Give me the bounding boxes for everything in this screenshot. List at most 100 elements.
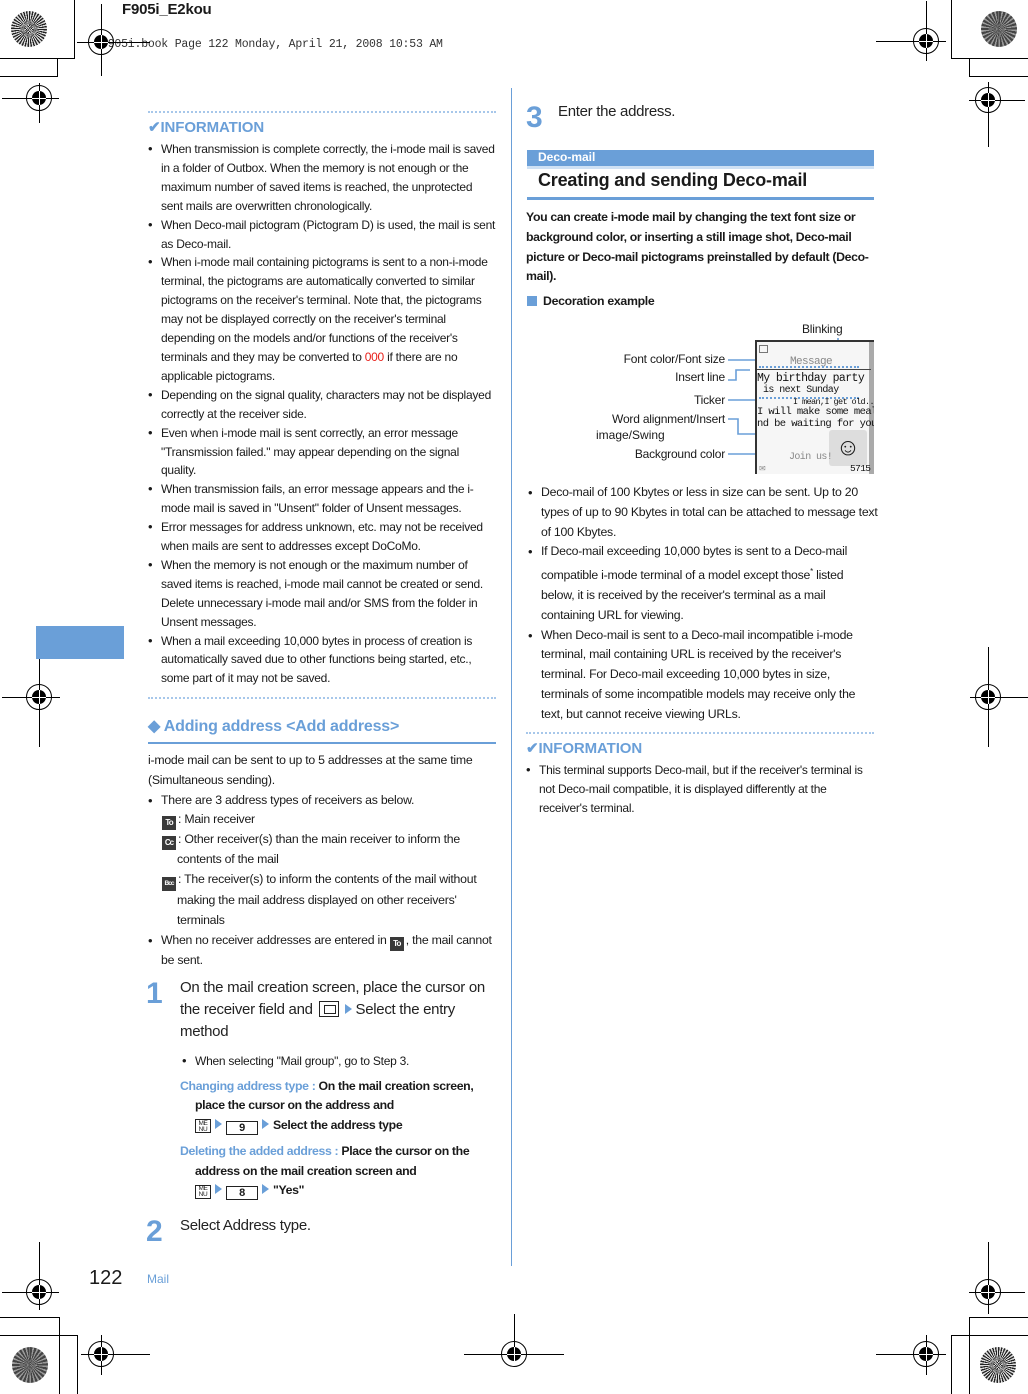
- info-title: ✔INFORMATION: [148, 118, 496, 136]
- step-sub-bullets: When selecting "Mail group", go to Step …: [182, 1052, 498, 1071]
- crop-line: [77, 1335, 78, 1394]
- info-bullet-list: This terminal supports Deco-mail, but if…: [526, 761, 874, 818]
- info-bullet: When transmission is complete correctly,…: [148, 140, 496, 216]
- screen-line-4: nd be waiting for you.: [757, 418, 874, 430]
- step-3: 3 Enter the address.: [526, 101, 878, 133]
- add-address-section: ◆ Adding address <Add address> i-mode ma…: [148, 716, 496, 971]
- address-type-to: To: Main receiver: [162, 810, 496, 831]
- key-8-icon: 8: [226, 1186, 258, 1201]
- step-text: Select Address type.: [180, 1217, 311, 1234]
- bullet-text: When i-mode mail containing pictograms i…: [161, 255, 488, 364]
- info-box-left: ✔INFORMATION When transmission is comple…: [148, 111, 496, 700]
- key-9-icon: 9: [226, 1120, 258, 1135]
- operation-delete-address: Deleting the added address : Place the c…: [180, 1142, 498, 1201]
- color-target-icon: [12, 1347, 48, 1383]
- section-band-underline: [527, 166, 874, 169]
- screen-line-2: is next Sunday: [763, 385, 839, 396]
- crop-line: [951, 1335, 952, 1394]
- job-name: F905i_E2kou: [122, 1, 212, 18]
- step-number: 1: [146, 977, 163, 1010]
- crop-line: [74, 0, 75, 59]
- operation-label: Deleting the added address :: [180, 1144, 339, 1159]
- section-title: Creating and sending Deco-mail: [538, 170, 808, 190]
- crop-line: [0, 1335, 78, 1336]
- mail-status-icon: [759, 345, 768, 353]
- info-bullet: Error messages for address unknown, etc.…: [148, 518, 496, 556]
- address-type-text: : Other receiver(s) than the main receiv…: [177, 832, 460, 867]
- info-box-right: ✔INFORMATION This terminal supports Deco…: [526, 732, 874, 818]
- decoration-heading: Decoration example: [527, 294, 655, 308]
- menu-key-icon: ME NU: [195, 1119, 211, 1134]
- arrow-right-icon: [262, 1184, 269, 1195]
- address-type-bcc: Bcc: The receiver(s) to inform the conte…: [162, 870, 496, 931]
- crop-line: [951, 58, 1028, 59]
- color-target-icon: [981, 11, 1017, 47]
- crop-line: [969, 1317, 1028, 1318]
- screen-line-3: I will make some meal a: [757, 406, 874, 418]
- bullet-text: If Deco-mail exceeding 10,000 bytes is s…: [541, 544, 848, 583]
- screen-divider: [757, 369, 871, 370]
- screen-join: Join us!: [789, 452, 833, 463]
- screen-counter: 5715: [850, 463, 871, 474]
- color-target-icon: [980, 1347, 1016, 1383]
- footer-section-name: Mail: [147, 1272, 170, 1286]
- crop-line: [59, 1317, 60, 1394]
- no-receiver-bullet: When no receiver addresses are entered i…: [148, 931, 496, 971]
- operation-label: Changing address type :: [180, 1078, 316, 1093]
- check-icon: ✔: [148, 119, 161, 136]
- arrow-right-icon: [215, 1184, 222, 1195]
- step-number: 2: [146, 1215, 163, 1248]
- arrow-right-icon: [215, 1118, 222, 1129]
- bullet-text: There are 3 address types of receivers a…: [161, 792, 415, 807]
- info-bullet: When i-mode mail containing pictograms i…: [148, 253, 496, 385]
- info-title: ✔INFORMATION: [526, 739, 874, 757]
- section-title-rule: [527, 197, 874, 200]
- step-1: 1 On the mail creation screen, place the…: [146, 977, 498, 1201]
- deco-bullet: If Deco-mail exceeding 10,000 bytes is s…: [528, 542, 878, 625]
- crop-line: [0, 58, 75, 59]
- print-stamp: F905i.book Page 122 Monday, April 21, 20…: [101, 38, 443, 51]
- deco-bullet: When Deco-mail is sent to a Deco-mail in…: [528, 626, 878, 725]
- crop-line: [969, 1317, 970, 1394]
- deco-bullet-list: Deco-mail of 100 Kbytes or less in size …: [528, 483, 878, 725]
- crop-line: [0, 76, 58, 77]
- info-bullet: When transmission fails, an error messag…: [148, 480, 496, 518]
- square-bullet-icon: [527, 296, 537, 306]
- section-heading-text: Adding address <Add address>: [163, 718, 400, 735]
- column-divider: [511, 88, 512, 1266]
- operation-text: Select the address type: [273, 1117, 403, 1132]
- pictogram-placeholder: 000: [364, 349, 385, 364]
- decoration-heading-text: Decoration example: [543, 294, 655, 308]
- step-text: On the mail creation screen, place the c…: [180, 977, 498, 1043]
- color-target-icon: [11, 11, 47, 47]
- address-type-text: : Main receiver: [178, 812, 255, 827]
- to-badge-icon: To: [162, 816, 176, 831]
- section-band: Deco-mail: [527, 150, 874, 166]
- bcc-badge-icon: Bcc: [162, 877, 176, 892]
- diamond-icon: ◆: [148, 718, 161, 735]
- arrow-right-icon: [262, 1118, 269, 1129]
- to-badge-icon: To: [389, 936, 404, 951]
- crop-line: [969, 59, 970, 77]
- chapter-tab: [36, 626, 124, 659]
- info-bullet: This terminal supports Deco-mail, but if…: [526, 761, 874, 818]
- info-top-rule: [148, 111, 496, 113]
- info-bullet: When Deco-mail pictogram (Pictogram D) i…: [148, 216, 496, 254]
- blink-dots: [759, 366, 859, 368]
- info-bullet: When the memory is not enough or the max…: [148, 556, 496, 632]
- bullet-text: When no receiver addresses are entered i…: [161, 932, 387, 947]
- info-title-text: INFORMATION: [538, 740, 643, 757]
- check-icon: ✔: [526, 740, 539, 757]
- menu-key-icon: ME NU: [195, 1184, 211, 1199]
- leader-insert-line: [728, 369, 750, 381]
- crop-line: [57, 59, 58, 77]
- crop-line: [951, 1335, 1028, 1336]
- crop-line: [969, 76, 1028, 77]
- crop-line: [0, 1317, 60, 1318]
- address-type-cc: Cc: Other receiver(s) than the main rece…: [162, 830, 496, 870]
- address-bullets: There are 3 address types of receivers a…: [148, 791, 496, 971]
- operation-change-type: Changing address type : On the mail crea…: [180, 1077, 498, 1136]
- info-bullet: Even when i-mode mail is sent correctly,…: [148, 424, 496, 481]
- mail-mode-icon: ✉: [759, 464, 766, 473]
- arrow-right-icon: [344, 1004, 352, 1014]
